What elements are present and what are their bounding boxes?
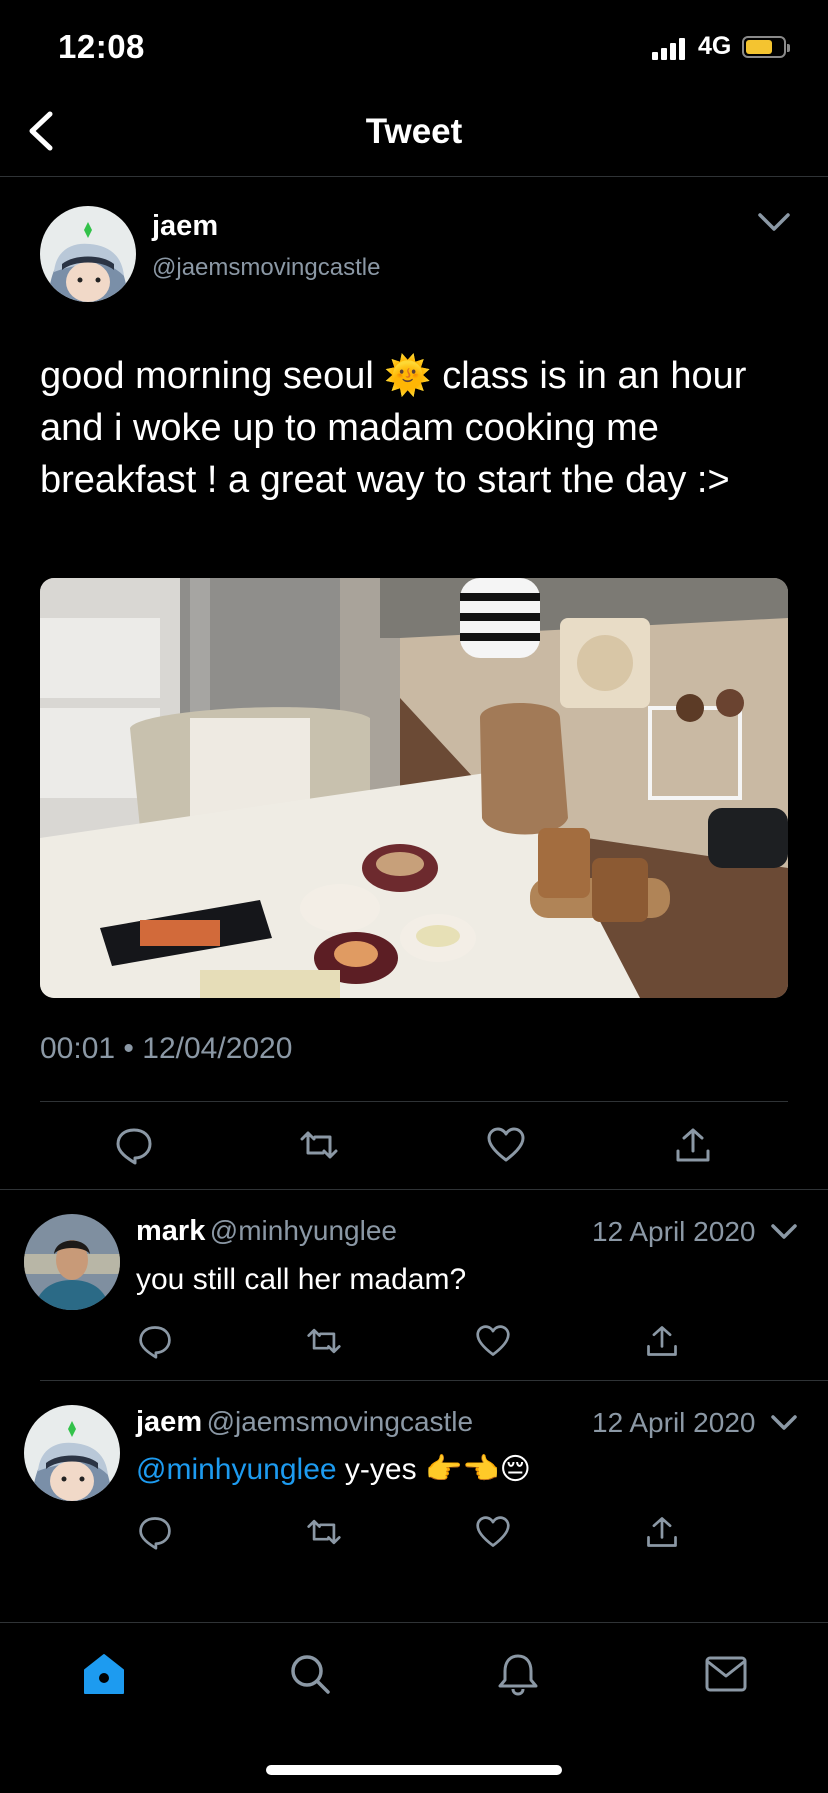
chevron-down-icon[interactable] (770, 1413, 798, 1433)
reply-text: you still call her madam? (136, 1263, 467, 1296)
tweet-photo[interactable] (40, 578, 788, 998)
share-icon[interactable] (644, 1514, 680, 1550)
reply-date: 12 April 2020 (592, 1407, 756, 1438)
retweet-icon[interactable] (306, 1323, 342, 1359)
signal-icon (652, 36, 685, 60)
author-handle[interactable]: @jaemsmovingcastle (152, 254, 380, 282)
network-label: 4G (698, 32, 732, 60)
reply-header: jaem @jaemsmovingcastle (136, 1406, 473, 1439)
reply-header: mark @minhyunglee (136, 1215, 397, 1248)
home-icon[interactable] (82, 1652, 126, 1696)
battery-icon (742, 36, 790, 58)
reply-author-handle[interactable]: @minhyunglee (210, 1215, 397, 1246)
status-time: 12:08 (58, 28, 145, 65)
tweet-text-start: good morning seoul (40, 355, 374, 397)
search-icon[interactable] (288, 1652, 332, 1696)
section-divider (0, 1189, 828, 1190)
retweet-icon[interactable] (306, 1514, 342, 1550)
share-icon[interactable] (644, 1323, 680, 1359)
reply-avatar[interactable] (24, 1405, 120, 1501)
heart-icon[interactable] (486, 1125, 526, 1165)
home-indicator (266, 1765, 562, 1775)
tweet-text: good morning seoul 🌞 class is in an hour… (40, 350, 780, 506)
reply-divider (40, 1380, 828, 1381)
header-divider (0, 176, 828, 177)
tweet-time: 00:01 (40, 1032, 116, 1065)
sun-emoji: 🌞 (384, 355, 432, 397)
tweet-meta: 00:01 • 12/04/2020 (40, 1032, 292, 1066)
meta-divider (40, 1101, 788, 1102)
chevron-down-icon[interactable] (770, 1222, 798, 1242)
chevron-down-icon[interactable] (756, 210, 792, 234)
retweet-icon[interactable] (299, 1125, 339, 1165)
share-icon[interactable] (673, 1125, 713, 1165)
reply-avatar[interactable] (24, 1214, 120, 1310)
heart-icon[interactable] (475, 1323, 511, 1359)
reply-author-name[interactable]: jaem (136, 1406, 202, 1438)
mention-link[interactable]: @minhyunglee (136, 1453, 337, 1486)
meta-separator: • (123, 1032, 134, 1065)
reply-text-body: y-yes (344, 1453, 417, 1486)
tweet-date: 12/04/2020 (142, 1032, 293, 1065)
avatar[interactable] (40, 206, 136, 302)
reply-icon[interactable] (114, 1125, 154, 1165)
reply-author-handle[interactable]: @jaemsmovingcastle (207, 1406, 474, 1437)
heart-icon[interactable] (475, 1514, 511, 1550)
mail-icon[interactable] (704, 1654, 748, 1694)
reply-author-name[interactable]: mark (136, 1215, 205, 1247)
reply-emoji: 👉👈😔 (424, 1453, 531, 1486)
reply-date: 12 April 2020 (592, 1216, 756, 1247)
page-title: Tweet (365, 112, 463, 151)
bell-icon[interactable] (496, 1652, 540, 1696)
reply-icon[interactable] (137, 1514, 173, 1550)
reply-text: @minhyunglee y-yes 👉👈😔 (136, 1452, 531, 1487)
reply-icon[interactable] (137, 1323, 173, 1359)
author-name[interactable]: jaem (152, 210, 218, 243)
